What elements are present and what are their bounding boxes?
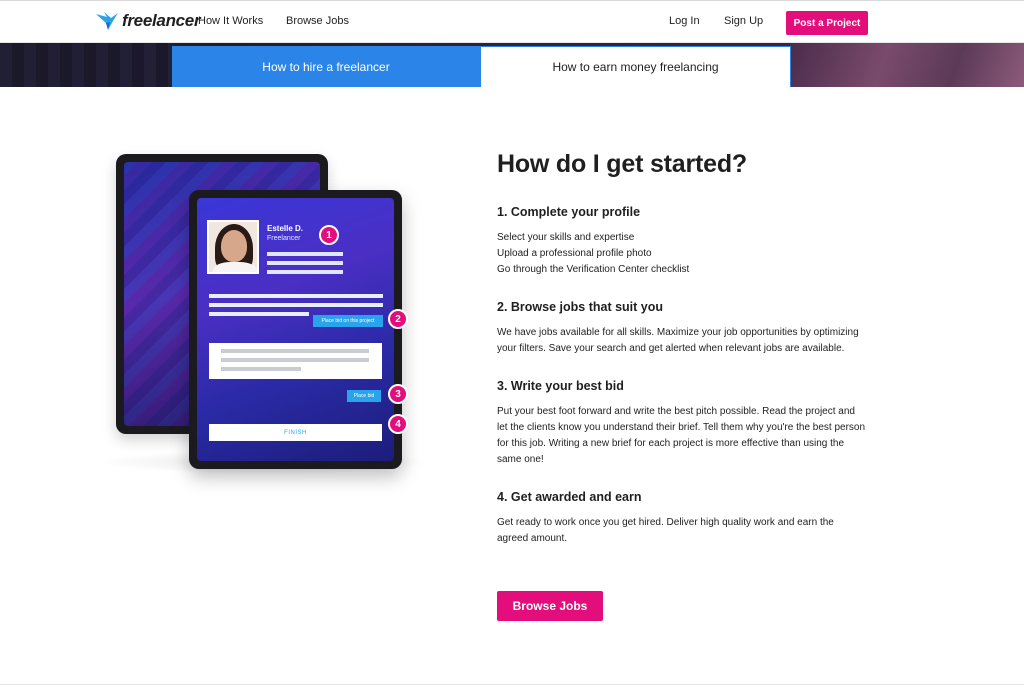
tablet-illustration: Estelle D. Freelancer Place bid on this … — [96, 150, 436, 480]
logo-text: freelancer — [122, 11, 201, 30]
nav-how-it-works[interactable]: How It Works — [198, 15, 263, 27]
step-title: 1. Complete your profile — [497, 205, 641, 219]
nav-browse-jobs[interactable]: Browse Jobs — [286, 15, 349, 27]
getting-started-section: How do I get started? 1. Complete your p… — [497, 150, 867, 569]
profile-line — [267, 261, 343, 265]
step-badge-3: 3 — [388, 384, 408, 404]
place-bid-button: Place bid — [347, 390, 381, 402]
profile-line — [267, 252, 343, 256]
profile-role: Freelancer — [267, 235, 301, 242]
bid-card — [209, 343, 382, 379]
step-2: 2. Browse jobs that suit you We have job… — [497, 300, 867, 357]
profile-line — [267, 270, 343, 274]
step-title: 3. Write your best bid — [497, 379, 624, 393]
step-body: Select your skills and expertise Upload … — [497, 230, 867, 278]
place-bid-project-button: Place bid on this project — [313, 315, 383, 327]
step-line: Upload a professional profile photo — [497, 248, 652, 259]
tab-hire-freelancer[interactable]: How to hire a freelancer — [172, 46, 480, 87]
step-body: Get ready to work once you get hired. De… — [497, 517, 834, 544]
login-link[interactable]: Log In — [669, 15, 700, 27]
step-badge-4: 4 — [388, 414, 408, 434]
tab-earn-money[interactable]: How to earn money freelancing — [480, 46, 791, 87]
tablet-front-screen: Estelle D. Freelancer Place bid on this … — [197, 198, 394, 461]
signup-link[interactable]: Sign Up — [724, 15, 763, 27]
step-3: 3. Write your best bid Put your best foo… — [497, 379, 867, 468]
step-body: Put your best foot forward and write the… — [497, 406, 866, 465]
bird-icon — [96, 12, 118, 30]
step-title: 4. Get awarded and earn — [497, 490, 642, 504]
profile-name: Estelle D. — [267, 224, 304, 233]
post-project-button[interactable]: Post a Project — [786, 11, 868, 35]
step-badge-2: 2 — [388, 309, 408, 329]
banner-decoration-right — [790, 43, 1024, 87]
page-heading: How do I get started? — [497, 150, 747, 178]
job-line — [209, 294, 383, 298]
browse-jobs-button[interactable]: Browse Jobs — [497, 591, 603, 621]
step-title: 2. Browse jobs that suit you — [497, 300, 663, 314]
step-body: We have jobs available for all skills. M… — [497, 327, 859, 354]
step-4: 4. Get awarded and earn Get ready to wor… — [497, 490, 867, 547]
tablet-front: Estelle D. Freelancer Place bid on this … — [189, 190, 402, 469]
top-nav-bar: freelancer How It Works Browse Jobs Log … — [0, 0, 1024, 43]
step-line: Go through the Verification Center check… — [497, 264, 690, 275]
job-line — [209, 303, 383, 307]
banner-decoration-left — [0, 43, 175, 87]
job-line — [209, 312, 309, 316]
section-divider — [0, 684, 1024, 685]
step-1: 1. Complete your profile Select your ski… — [497, 205, 867, 278]
step-line: Select your skills and expertise — [497, 232, 635, 243]
freelancer-logo[interactable]: freelancer — [95, 11, 201, 31]
profile-photo — [207, 220, 259, 274]
finish-bar: FINISH — [209, 424, 382, 441]
step-badge-1: 1 — [319, 225, 339, 245]
